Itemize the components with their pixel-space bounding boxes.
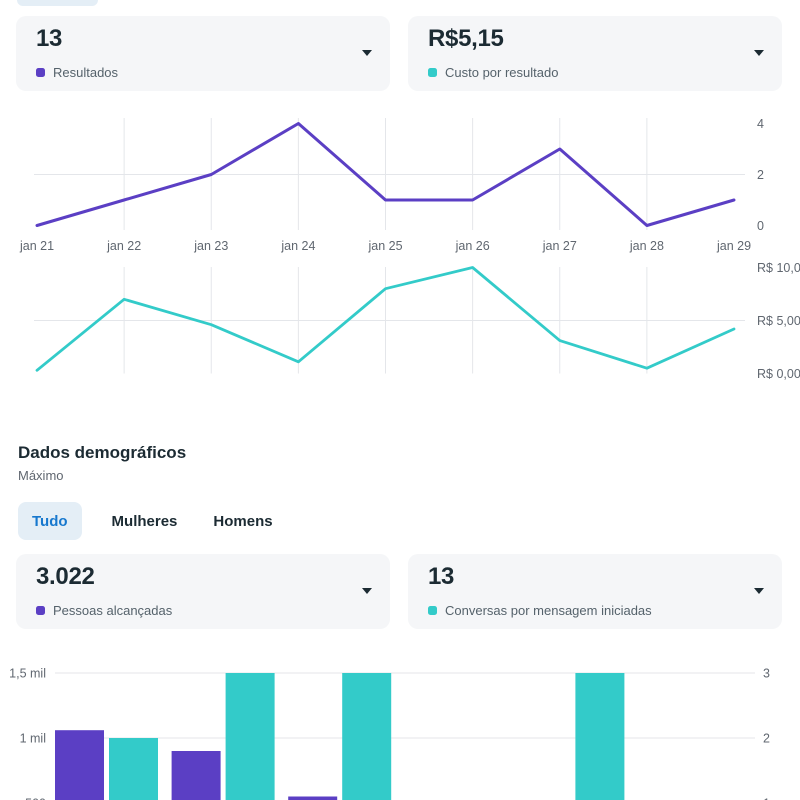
svg-text:R$ 10,00: R$ 10,00 — [757, 261, 800, 275]
svg-text:2: 2 — [757, 168, 764, 182]
svg-text:jan 28: jan 28 — [629, 239, 664, 253]
svg-text:R$ 5,00: R$ 5,00 — [757, 314, 800, 328]
metric-label: Pessoas alcançadas — [53, 603, 172, 618]
metric-value: 13 — [428, 563, 454, 591]
results-line-chart: 0 2 4 jan 21 jan 22 jan 23 jan 24 jan 25 jan 26 j… — [19, 117, 764, 253]
svg-text:jan 27: jan 27 — [542, 239, 577, 253]
tab-homens[interactable]: Homens — [207, 502, 278, 540]
svg-text:jan 25: jan 25 — [367, 239, 402, 253]
demographics-subtitle: Máximo — [18, 468, 64, 483]
svg-text:R$ 0,00: R$ 0,00 — [757, 367, 800, 381]
svg-text:3: 3 — [763, 667, 770, 681]
metric-dropdown-button[interactable] — [354, 580, 380, 602]
metric-value: 3.022 — [36, 563, 95, 591]
chevron-down-icon — [754, 588, 764, 594]
demographics-title: Dados demográficos — [18, 443, 186, 463]
metric-card-conversas: 13 Conversas por mensagem iniciadas — [408, 554, 782, 629]
svg-text:jan 24: jan 24 — [280, 239, 315, 253]
svg-text:jan 23: jan 23 — [193, 239, 228, 253]
svg-text:jan 29: jan 29 — [716, 239, 751, 253]
demographics-tabs: Tudo Mulheres Homens — [18, 502, 279, 540]
svg-text:2: 2 — [763, 732, 770, 746]
metric-dropdown-button[interactable] — [746, 580, 772, 602]
svg-text:1,5 mil: 1,5 mil — [9, 667, 46, 681]
charts-canvas: 0 2 4 jan 21 jan 22 jan 23 jan 24 jan 25 jan 26 j… — [0, 0, 800, 800]
chevron-down-icon — [362, 588, 372, 594]
cost-line-chart: R$ 0,00 R$ 5,00 R$ 10,00 — [34, 261, 800, 381]
legend-dot-icon — [428, 606, 437, 615]
metric-card-pessoas: 3.022 Pessoas alcançadas — [16, 554, 390, 629]
metric-label: Conversas por mensagem iniciadas — [445, 603, 652, 618]
svg-text:jan 22: jan 22 — [106, 239, 141, 253]
legend-dot-icon — [36, 606, 45, 615]
metric-legend: Conversas por mensagem iniciadas — [428, 603, 652, 618]
tab-tudo[interactable]: Tudo — [18, 502, 82, 540]
demographics-bar-chart: 500 1 mil 1,5 mil 1 2 3 — [9, 667, 770, 800]
tab-mulheres[interactable]: Mulheres — [106, 502, 184, 540]
svg-text:0: 0 — [757, 219, 764, 233]
svg-text:500: 500 — [25, 797, 46, 800]
svg-text:4: 4 — [757, 117, 764, 131]
metric-legend: Pessoas alcançadas — [36, 603, 172, 618]
svg-text:1 mil: 1 mil — [20, 732, 46, 746]
svg-text:1: 1 — [763, 797, 770, 800]
svg-text:jan 21: jan 21 — [19, 239, 54, 253]
svg-text:jan 26: jan 26 — [455, 239, 490, 253]
